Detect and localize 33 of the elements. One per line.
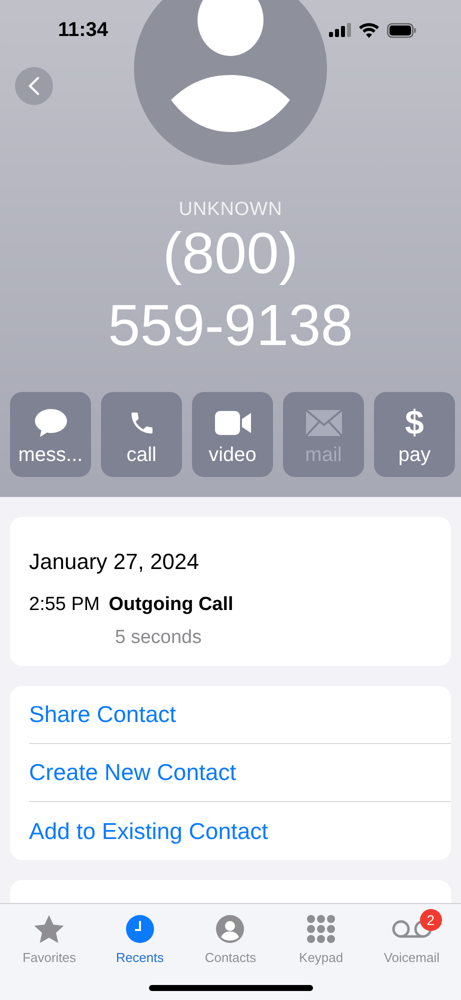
star-icon [34,914,64,944]
call-duration: 5 seconds [115,626,203,650]
battery-icon [387,22,417,38]
status-time: 11:34 [58,18,108,43]
call-type: Outgoing Call [108,593,234,617]
keypad-icon [307,915,336,943]
video-action-button[interactable]: video [192,392,273,477]
pay-action-button[interactable]: $ pay [374,392,455,477]
chevron-left-icon [28,77,40,95]
tab[interactable]: Favorites [5,913,94,1000]
call-time: 2:55 PM [29,593,100,617]
phone-number: (800) [162,220,298,288]
speech-bubble-icon [34,408,68,438]
message-action-button[interactable]: mess... [10,392,91,477]
option-link[interactable]: Add to Existing Contact [29,814,268,848]
clock-icon [126,915,154,943]
phone-number: 559-9138 [108,292,354,360]
back-button[interactable] [15,67,53,105]
envelope-icon [304,409,342,437]
dollar-sign-icon: $ [405,406,424,440]
avatar-icon [134,0,327,165]
call-date: January 27, 2024 [29,548,200,576]
option-link[interactable]: Create New Contact [29,755,236,790]
tab[interactable]: Recents [96,913,184,1000]
tab[interactable]: Keypad [277,913,366,1000]
contact-label: UNKNOWN [178,198,282,222]
call-action-button[interactable]: call [101,392,182,477]
video-camera-icon [214,410,252,436]
wifi-icon [359,22,379,38]
notification-badge: 2 [420,909,442,931]
signal-icon [329,23,351,37]
person-circle-icon [216,915,244,943]
option-link[interactable]: Share Contact [29,697,176,732]
